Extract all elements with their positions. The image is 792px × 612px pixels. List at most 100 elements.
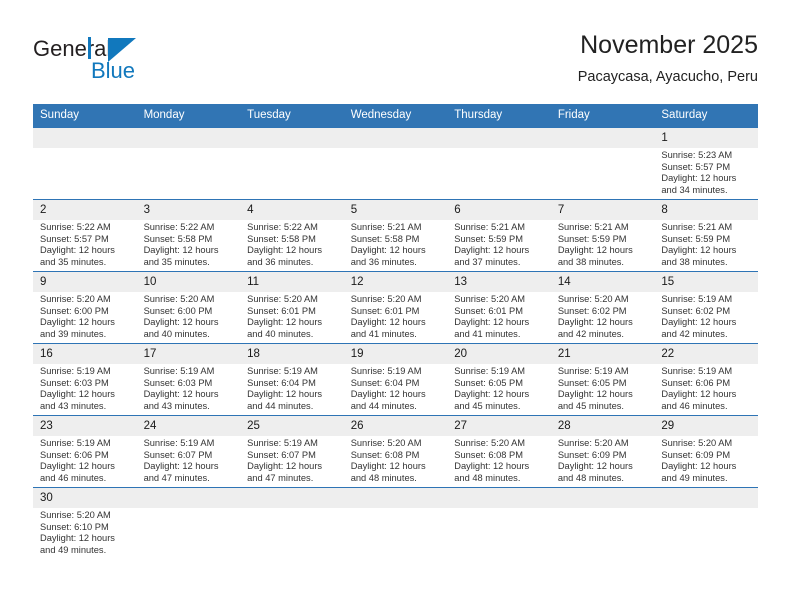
daylight-text-line1: Daylight: 12 hours bbox=[661, 173, 737, 184]
day-details: Sunrise: 5:19 AM Sunset: 6:07 PM Daylight:… bbox=[240, 436, 344, 484]
sunrise-text: Sunrise: 5:22 AM bbox=[40, 222, 111, 232]
day-details: Sunrise: 5:20 AM Sunset: 6:01 PM Daylight:… bbox=[344, 292, 448, 340]
day-number: 15 bbox=[654, 272, 758, 292]
daylight-text-line2: and 44 minutes. bbox=[247, 400, 314, 411]
daylight-text-line1: Daylight: 12 hours bbox=[40, 317, 115, 328]
calendar-day-cell[interactable]: 18 Sunrise: 5:19 AM Sunset: 6:04 PM Dayligh… bbox=[240, 343, 344, 416]
daylight-text-line1: Daylight: 12 hours bbox=[557, 389, 633, 400]
daylight-text-line1: Daylight: 12 hours bbox=[143, 389, 219, 400]
calendar-day-cell[interactable]: 2 Sunrise: 5:22 AM Sunset: 5:57 PM Daylight… bbox=[33, 199, 137, 272]
day-number bbox=[550, 128, 655, 148]
calendar-week-row: 16 Sunrise: 5:19 AM Sunset: 6:03 PM Dayligh… bbox=[33, 343, 758, 416]
general-blue-logo[interactable]: General Blue bbox=[33, 36, 213, 92]
calendar-day-cell[interactable]: 29 Sunrise: 5:20 AM Sunset: 6:09 PM Dayligh… bbox=[654, 415, 758, 488]
calendar-day-cell[interactable]: 13 Sunrise: 5:20 AM Sunset: 6:01 PM Dayligh… bbox=[447, 271, 551, 344]
calendar-week-row: 1 Sunrise: 5:23 AM Sunset: 5:57 PM Daylight… bbox=[33, 127, 758, 200]
calendar-day-cell[interactable]: 8 Sunrise: 5:21 AM Sunset: 5:59 PM Daylight… bbox=[654, 199, 758, 272]
calendar-day-cell[interactable]: 11 Sunrise: 5:20 AM Sunset: 6:01 PM Dayligh… bbox=[240, 271, 344, 344]
calendar-day-cell[interactable]: 24 Sunrise: 5:19 AM Sunset: 6:07 PM Dayligh… bbox=[136, 415, 241, 488]
day-number: 3 bbox=[136, 200, 241, 220]
calendar-page: General Blue November 2025 Pacaycasa, Ay… bbox=[0, 0, 792, 612]
sunrise-text: Sunrise: 5:19 AM bbox=[454, 366, 526, 376]
day-number: 14 bbox=[550, 272, 655, 292]
calendar-day-cell[interactable]: 14 Sunrise: 5:20 AM Sunset: 6:02 PM Dayligh… bbox=[550, 271, 655, 344]
calendar-day-cell[interactable]: 25 Sunrise: 5:19 AM Sunset: 6:07 PM Dayligh… bbox=[240, 415, 344, 488]
daylight-text-line2: and 36 minutes. bbox=[247, 256, 314, 267]
sunset-text: Sunset: 6:03 PM bbox=[143, 377, 213, 388]
calendar-day-cell[interactable]: 19 Sunrise: 5:19 AM Sunset: 6:04 PM Dayligh… bbox=[343, 343, 448, 416]
calendar-day-cell[interactable]: 10 Sunrise: 5:20 AM Sunset: 6:00 PM Dayligh… bbox=[136, 271, 241, 344]
daylight-text-line2: and 40 minutes. bbox=[247, 328, 314, 339]
sunset-text: Sunset: 6:00 PM bbox=[143, 305, 213, 316]
calendar-empty-cell bbox=[343, 487, 448, 560]
calendar-day-cell[interactable]: 20 Sunrise: 5:19 AM Sunset: 6:05 PM Dayligh… bbox=[447, 343, 551, 416]
calendar-day-cell[interactable]: 23 Sunrise: 5:19 AM Sunset: 6:06 PM Dayligh… bbox=[33, 415, 137, 488]
sunrise-text: Sunrise: 5:20 AM bbox=[557, 438, 629, 448]
day-details: Sunrise: 5:21 AM Sunset: 5:59 PM Daylight:… bbox=[654, 220, 758, 268]
daylight-text-line1: Daylight: 12 hours bbox=[350, 461, 426, 472]
calendar-empty-cell bbox=[654, 487, 758, 560]
sunrise-text: Sunrise: 5:20 AM bbox=[350, 294, 422, 304]
calendar-day-cell[interactable]: 4 Sunrise: 5:22 AM Sunset: 5:58 PM Daylight… bbox=[240, 199, 344, 272]
calendar-day-cell[interactable]: 22 Sunrise: 5:19 AM Sunset: 6:06 PM Dayligh… bbox=[654, 343, 758, 416]
day-details: Sunrise: 5:20 AM Sunset: 6:09 PM Daylight:… bbox=[654, 436, 758, 484]
day-number: 17 bbox=[136, 344, 241, 364]
sunset-text: Sunset: 6:05 PM bbox=[454, 377, 523, 388]
calendar-day-cell[interactable]: 3 Sunrise: 5:22 AM Sunset: 5:58 PM Daylight… bbox=[136, 199, 241, 272]
calendar-day-cell[interactable]: 1 Sunrise: 5:23 AM Sunset: 5:57 PM Daylight… bbox=[654, 127, 758, 200]
calendar-day-cell[interactable]: 26 Sunrise: 5:20 AM Sunset: 6:08 PM Dayligh… bbox=[343, 415, 448, 488]
calendar-day-cell[interactable]: 7 Sunrise: 5:21 AM Sunset: 5:59 PM Daylight… bbox=[550, 199, 655, 272]
calendar-day-cell[interactable]: 12 Sunrise: 5:20 AM Sunset: 6:01 PM Dayligh… bbox=[343, 271, 448, 344]
calendar-day-cell[interactable]: 15 Sunrise: 5:19 AM Sunset: 6:02 PM Dayligh… bbox=[654, 271, 758, 344]
day-number: 1 bbox=[654, 128, 758, 148]
day-details: Sunrise: 5:19 AM Sunset: 6:05 PM Daylight:… bbox=[447, 364, 551, 412]
daylight-text-line1: Daylight: 12 hours bbox=[661, 245, 737, 256]
calendar-day-cell[interactable]: 9 Sunrise: 5:20 AM Sunset: 6:00 PM Daylight… bbox=[33, 271, 137, 344]
daylight-text-line1: Daylight: 12 hours bbox=[40, 461, 115, 472]
logo-bottom-row: Blue bbox=[33, 37, 213, 85]
sunset-text: Sunset: 6:01 PM bbox=[247, 305, 316, 316]
day-details: Sunrise: 5:19 AM Sunset: 6:03 PM Daylight:… bbox=[137, 364, 241, 412]
day-details: Sunrise: 5:19 AM Sunset: 6:04 PM Daylight:… bbox=[240, 364, 344, 412]
daylight-text-line1: Daylight: 12 hours bbox=[143, 461, 219, 472]
sunrise-text: Sunrise: 5:22 AM bbox=[247, 222, 318, 232]
calendar-day-cell[interactable]: 17 Sunrise: 5:19 AM Sunset: 6:03 PM Dayligh… bbox=[136, 343, 241, 416]
sunrise-text: Sunrise: 5:20 AM bbox=[143, 294, 215, 304]
calendar-day-cell[interactable]: 27 Sunrise: 5:20 AM Sunset: 6:08 PM Dayligh… bbox=[447, 415, 551, 488]
calendar-day-cell[interactable]: 6 Sunrise: 5:21 AM Sunset: 5:59 PM Daylight… bbox=[447, 199, 551, 272]
day-details: Sunrise: 5:21 AM Sunset: 5:59 PM Daylight:… bbox=[447, 220, 551, 268]
day-details: Sunrise: 5:21 AM Sunset: 5:59 PM Daylight:… bbox=[551, 220, 655, 268]
day-details: Sunrise: 5:19 AM Sunset: 6:03 PM Daylight:… bbox=[33, 364, 137, 412]
calendar-day-cell[interactable]: 16 Sunrise: 5:19 AM Sunset: 6:03 PM Dayligh… bbox=[33, 343, 137, 416]
daylight-text-line1: Daylight: 12 hours bbox=[557, 245, 633, 256]
daylight-text-line2: and 47 minutes. bbox=[143, 472, 210, 483]
calendar-day-cell[interactable]: 30 Sunrise: 5:20 AM Sunset: 6:10 PM Dayligh… bbox=[33, 487, 137, 560]
daylight-text-line2: and 49 minutes. bbox=[40, 544, 107, 555]
day-number bbox=[240, 488, 344, 508]
calendar-day-cell[interactable]: 5 Sunrise: 5:21 AM Sunset: 5:58 PM Daylight… bbox=[343, 199, 448, 272]
day-details: Sunrise: 5:22 AM Sunset: 5:58 PM Daylight:… bbox=[240, 220, 344, 268]
day-number: 27 bbox=[447, 416, 551, 436]
calendar-empty-cell bbox=[550, 487, 655, 560]
calendar-empty-cell bbox=[447, 487, 551, 560]
daylight-text-line1: Daylight: 12 hours bbox=[40, 245, 115, 256]
sunrise-text: Sunrise: 5:19 AM bbox=[40, 438, 111, 448]
sunset-text: Sunset: 6:01 PM bbox=[454, 305, 523, 316]
sunrise-text: Sunrise: 5:20 AM bbox=[454, 438, 526, 448]
calendar-week-row: 9 Sunrise: 5:20 AM Sunset: 6:00 PM Daylight… bbox=[33, 271, 758, 344]
daylight-text-line2: and 48 minutes. bbox=[350, 472, 417, 483]
calendar-table: Sunday Monday Tuesday Wednesday Thursday… bbox=[33, 104, 758, 560]
sunrise-text: Sunrise: 5:20 AM bbox=[247, 294, 318, 304]
day-details: Sunrise: 5:20 AM Sunset: 6:01 PM Daylight:… bbox=[447, 292, 551, 340]
weekday-header-sunday: Sunday bbox=[33, 104, 137, 128]
daylight-text-line1: Daylight: 12 hours bbox=[661, 461, 737, 472]
day-number: 2 bbox=[33, 200, 137, 220]
daylight-text-line2: and 48 minutes. bbox=[557, 472, 624, 483]
logo-stem-icon bbox=[88, 37, 91, 59]
weekday-header-friday: Friday bbox=[550, 104, 655, 128]
day-number: 19 bbox=[343, 344, 448, 364]
calendar-day-cell[interactable]: 28 Sunrise: 5:20 AM Sunset: 6:09 PM Dayligh… bbox=[550, 415, 655, 488]
calendar-day-cell[interactable]: 21 Sunrise: 5:19 AM Sunset: 6:05 PM Dayligh… bbox=[550, 343, 655, 416]
daylight-text-line2: and 40 minutes. bbox=[143, 328, 210, 339]
day-details: Sunrise: 5:20 AM Sunset: 6:09 PM Daylight:… bbox=[551, 436, 655, 484]
